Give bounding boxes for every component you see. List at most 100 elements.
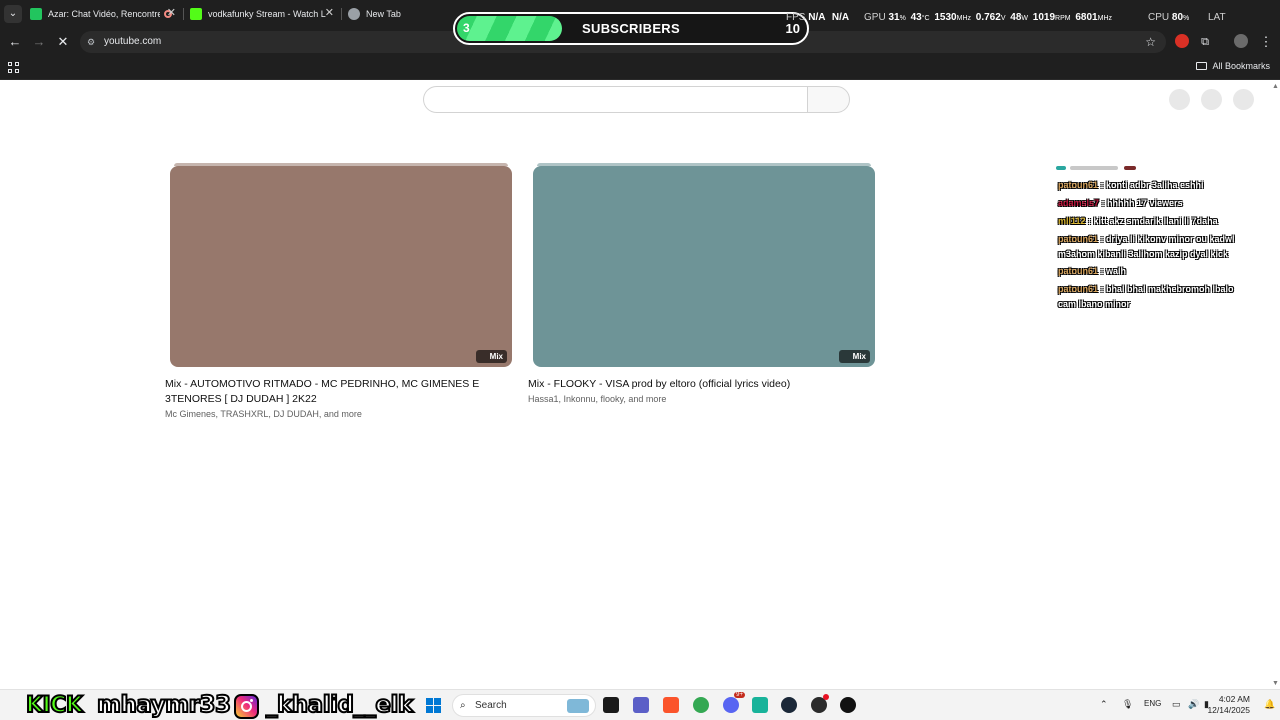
- recording-dot: [823, 694, 829, 700]
- browser-menu-icon[interactable]: ⋮: [1258, 34, 1274, 50]
- subscriber-goal-label: SUBSCRIBERS: [582, 21, 680, 36]
- tab-title: Azar: Chat Vidéo, Rencontre: [48, 9, 160, 19]
- steam-icon[interactable]: [781, 697, 797, 713]
- youtube-search-button[interactable]: [807, 86, 850, 113]
- chat-message: patoun61 : bhal bhal makhebromoh lbalo c…: [1058, 282, 1254, 312]
- mix-badge: Mix: [475, 350, 507, 363]
- mix-stack-edge: [537, 163, 871, 166]
- video-channels[interactable]: Mc Gimenes, TRASHXRL, DJ DUDAH, and more: [165, 409, 362, 419]
- obs-icon[interactable]: [811, 694, 829, 713]
- video-thumbnail[interactable]: Mix: [533, 163, 875, 367]
- osd-gpu: GPU 31% 43°C 1530MHz 0.762V 48W 1019RPM …: [864, 12, 1113, 23]
- chrome-icon[interactable]: [693, 697, 709, 713]
- brave-browser-icon[interactable]: [663, 697, 679, 713]
- forward-arrow-icon[interactable]: →: [31, 34, 47, 50]
- chat-username: adamsls7: [1058, 198, 1100, 208]
- input-language[interactable]: ENG: [1144, 699, 1161, 708]
- tab-kick-stream[interactable]: vodkafunky Stream - Watch Liv ✕: [190, 2, 338, 26]
- clock-date: 12/14/2025: [1207, 705, 1250, 715]
- notifications-bell-icon[interactable]: [1201, 89, 1222, 110]
- url-text: youtube.com: [104, 36, 162, 47]
- discord-icon[interactable]: 9+: [723, 692, 745, 713]
- volume-icon[interactable]: 🔊: [1188, 699, 1199, 710]
- tab-divider: [183, 8, 184, 20]
- mix-badge: Mix: [838, 350, 870, 363]
- folder-icon: [1196, 62, 1208, 70]
- app-icon[interactable]: [840, 697, 856, 713]
- windows-taskbar: KICK mhaymr33 _khalid__elk ⌕ Search 9+ ⌃…: [0, 689, 1280, 720]
- network-icon[interactable]: ▭: [1172, 699, 1181, 710]
- chat-message: patoun61 : walh: [1058, 264, 1254, 279]
- chat-username: mll112: [1058, 216, 1086, 226]
- tab-title: vodkafunky Stream - Watch Liv: [208, 9, 326, 19]
- chat-message: patoun61 : konti adbr 3aliha eshhi: [1058, 178, 1254, 193]
- chat-username: patoun61: [1058, 180, 1099, 190]
- taskbar-search-label: Search: [475, 700, 507, 711]
- search-icon: ⌕: [460, 700, 466, 711]
- microphone-icon[interactable]: 🎙: [1122, 699, 1133, 710]
- chat-message: adamsls7 : hhhhh 17 viewers: [1058, 196, 1254, 211]
- extensions-puzzle-icon[interactable]: ⧉: [1197, 34, 1213, 50]
- tab-new-tab[interactable]: New Tab: [348, 2, 448, 26]
- discord-badge: 9+: [734, 692, 745, 698]
- video-title[interactable]: Mix - FLOOKY - VISA prod by eltoro (offi…: [528, 377, 873, 392]
- instagram-icon: [234, 694, 259, 719]
- bookmarks-bar: All Bookmarks: [0, 56, 1280, 80]
- profile-avatar-icon[interactable]: [1234, 34, 1248, 48]
- kick-favicon-icon: [190, 8, 202, 20]
- instagram-handle: _khalid__elk: [265, 691, 414, 719]
- app-icon[interactable]: [752, 697, 768, 713]
- extension-icon[interactable]: [1175, 34, 1189, 48]
- osd-cpu: CPU 80%: [1148, 12, 1190, 23]
- windows-start-icon[interactable]: [426, 698, 441, 713]
- search-highlight-icon: [567, 699, 589, 713]
- tab-divider: [341, 8, 342, 20]
- site-info-icon[interactable]: ⚙: [87, 31, 95, 53]
- chrome-favicon-icon: [348, 8, 360, 20]
- subscriber-target: 10: [785, 21, 800, 36]
- chat-text: : walh: [1100, 266, 1127, 276]
- all-bookmarks-button[interactable]: All Bookmarks: [1196, 61, 1270, 71]
- create-icon[interactable]: [1169, 89, 1190, 110]
- chat-message: mll112 : kitt akz smdarik llani li 7daha: [1058, 214, 1254, 229]
- chat-text: : kitt akz smdarik llani li 7daha: [1088, 216, 1218, 226]
- chat-cut-off-message: [1056, 164, 1176, 172]
- taskbar-clock[interactable]: 4:02 AM 12/14/2025: [1207, 694, 1250, 716]
- scroll-down-icon[interactable]: ▼: [1272, 680, 1279, 687]
- all-bookmarks-label: All Bookmarks: [1212, 61, 1270, 71]
- close-tab-icon[interactable]: ✕: [325, 6, 334, 19]
- chat-username: patoun61: [1058, 234, 1099, 244]
- close-tab-icon[interactable]: ✕: [167, 6, 176, 19]
- scroll-up-icon[interactable]: ▲: [1272, 83, 1279, 90]
- kick-handle: mhaymr33: [96, 691, 232, 719]
- apps-grid-icon[interactable]: [8, 62, 20, 74]
- chat-username: patoun61: [1058, 284, 1099, 294]
- video-thumbnail[interactable]: Mix: [170, 163, 512, 367]
- clock-time: 4:02 AM: [1218, 694, 1250, 704]
- tab-search-button[interactable]: ⌄: [4, 5, 22, 23]
- back-arrow-icon[interactable]: ←: [7, 34, 23, 50]
- tab-azar[interactable]: Azar: Chat Vidéo, Rencontre ✕: [30, 2, 180, 26]
- taskbar-search[interactable]: ⌕ Search: [452, 694, 596, 717]
- notification-bell-icon[interactable]: 🔔: [1264, 699, 1275, 710]
- mix-stack-edge: [174, 163, 508, 166]
- stop-loading-icon[interactable]: ✕: [55, 34, 71, 50]
- azar-favicon-icon: [30, 8, 42, 20]
- bookmark-star-icon[interactable]: ☆: [1145, 31, 1156, 53]
- tray-overflow-icon[interactable]: ⌃: [1100, 699, 1108, 710]
- chat-text: : konti adbr 3aliha eshhi: [1100, 180, 1204, 190]
- video-channels[interactable]: Hassa1, Inkonnu, flooky, and more: [528, 394, 666, 404]
- chat-text: : hhhhh 17 viewers: [1101, 198, 1183, 208]
- youtube-search-input[interactable]: [423, 86, 808, 113]
- account-avatar[interactable]: [1233, 89, 1254, 110]
- chat-message: patoun61 : driya li kikonv minor ou kadw…: [1058, 232, 1254, 262]
- chat-username: patoun61: [1058, 266, 1099, 276]
- task-view-icon[interactable]: [603, 697, 619, 713]
- tab-title: New Tab: [366, 9, 401, 19]
- video-title[interactable]: Mix - AUTOMOTIVO RITMADO - MC PEDRINHO, …: [165, 377, 510, 407]
- kick-logo: KICK: [25, 692, 84, 719]
- osd-fps: FPS N/A N/A: [786, 12, 850, 23]
- chat-app-icon[interactable]: [633, 697, 649, 713]
- page-scrollbar[interactable]: ▲ ▼: [1270, 80, 1280, 689]
- osd-latency: LAT: [1208, 12, 1226, 23]
